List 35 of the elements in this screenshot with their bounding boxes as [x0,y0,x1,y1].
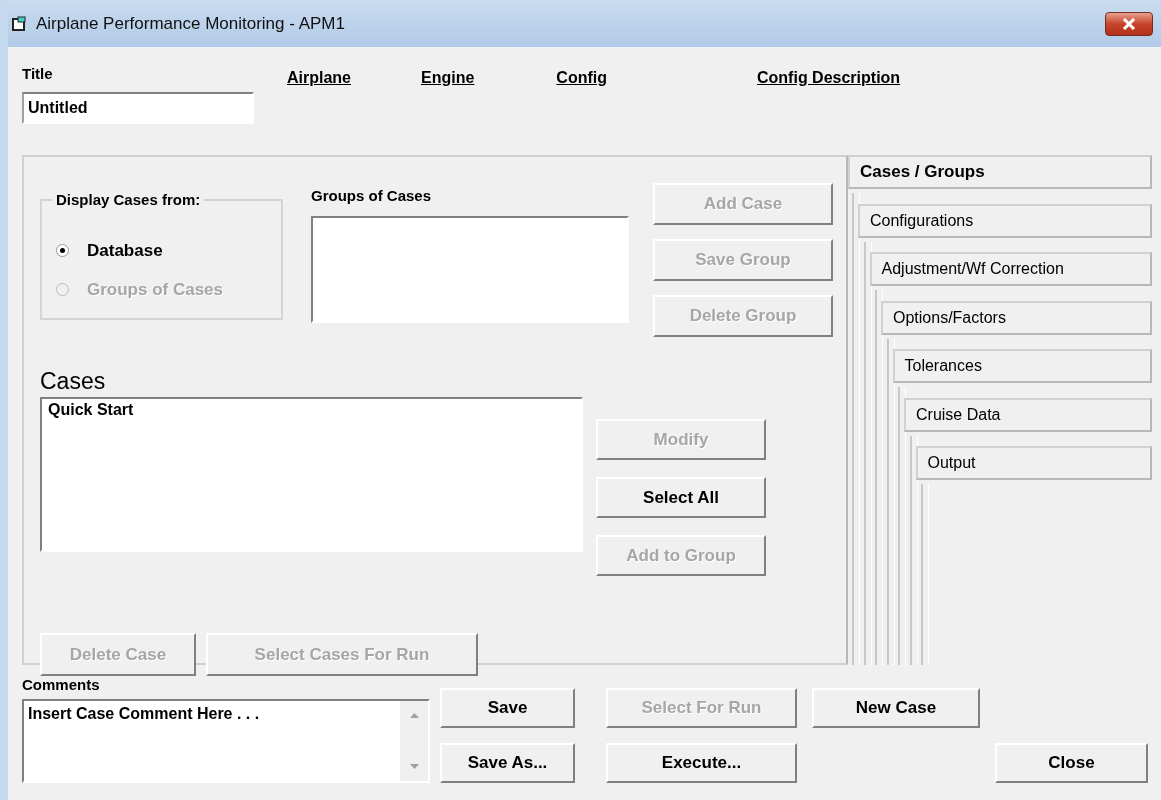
dialog-button[interactable]: Save As... [440,743,575,783]
radio-label[interactable]: Database [87,240,163,261]
dialog-button[interactable]: New Case [812,688,980,728]
column-header[interactable]: Config Description [757,69,901,89]
tab[interactable]: Options/Factors [881,300,1152,335]
column-header[interactable]: Engine [421,69,475,89]
cases-label: Cases [40,367,107,396]
comments-label: Comments [22,676,101,693]
case-item[interactable]: Quick Start [48,401,575,419]
scrollbar[interactable] [400,701,428,781]
tab[interactable]: Cruise Data [904,397,1152,432]
window-title: Airplane Performance Monitoring - APM1 [36,13,345,34]
cases-list[interactable]: Quick Start [40,397,583,552]
tab[interactable]: Tolerances [892,349,1152,383]
dialog-button[interactable]: Close [995,743,1148,783]
tab[interactable]: Configurations [858,203,1152,238]
column-header[interactable]: Config [556,69,607,89]
close-icon [1122,17,1136,30]
comments-field[interactable]: Insert Case Comment Here . . . [22,699,430,783]
groups-list[interactable] [311,216,629,323]
groups-label: Groups of Cases [311,187,433,204]
scroll-up-icon [409,713,419,718]
radio-button[interactable] [56,244,69,257]
tab[interactable]: Adjustment/Wf Correction [869,252,1152,286]
scroll-down-icon [409,764,419,769]
case-button[interactable]: Select All [596,477,766,518]
title-field[interactable]: Untitled [22,92,254,124]
tab[interactable]: Cases / Groups [848,155,1152,189]
dialog-button[interactable]: Save [440,688,575,728]
dialog-button[interactable]: Execute... [606,743,797,783]
title-label: Title [22,65,54,82]
group-label: Display Cases from: [52,191,205,208]
column-header[interactable]: Airplane [287,69,351,89]
tab[interactable]: Output [915,446,1152,480]
close-window-button[interactable] [1105,11,1153,36]
